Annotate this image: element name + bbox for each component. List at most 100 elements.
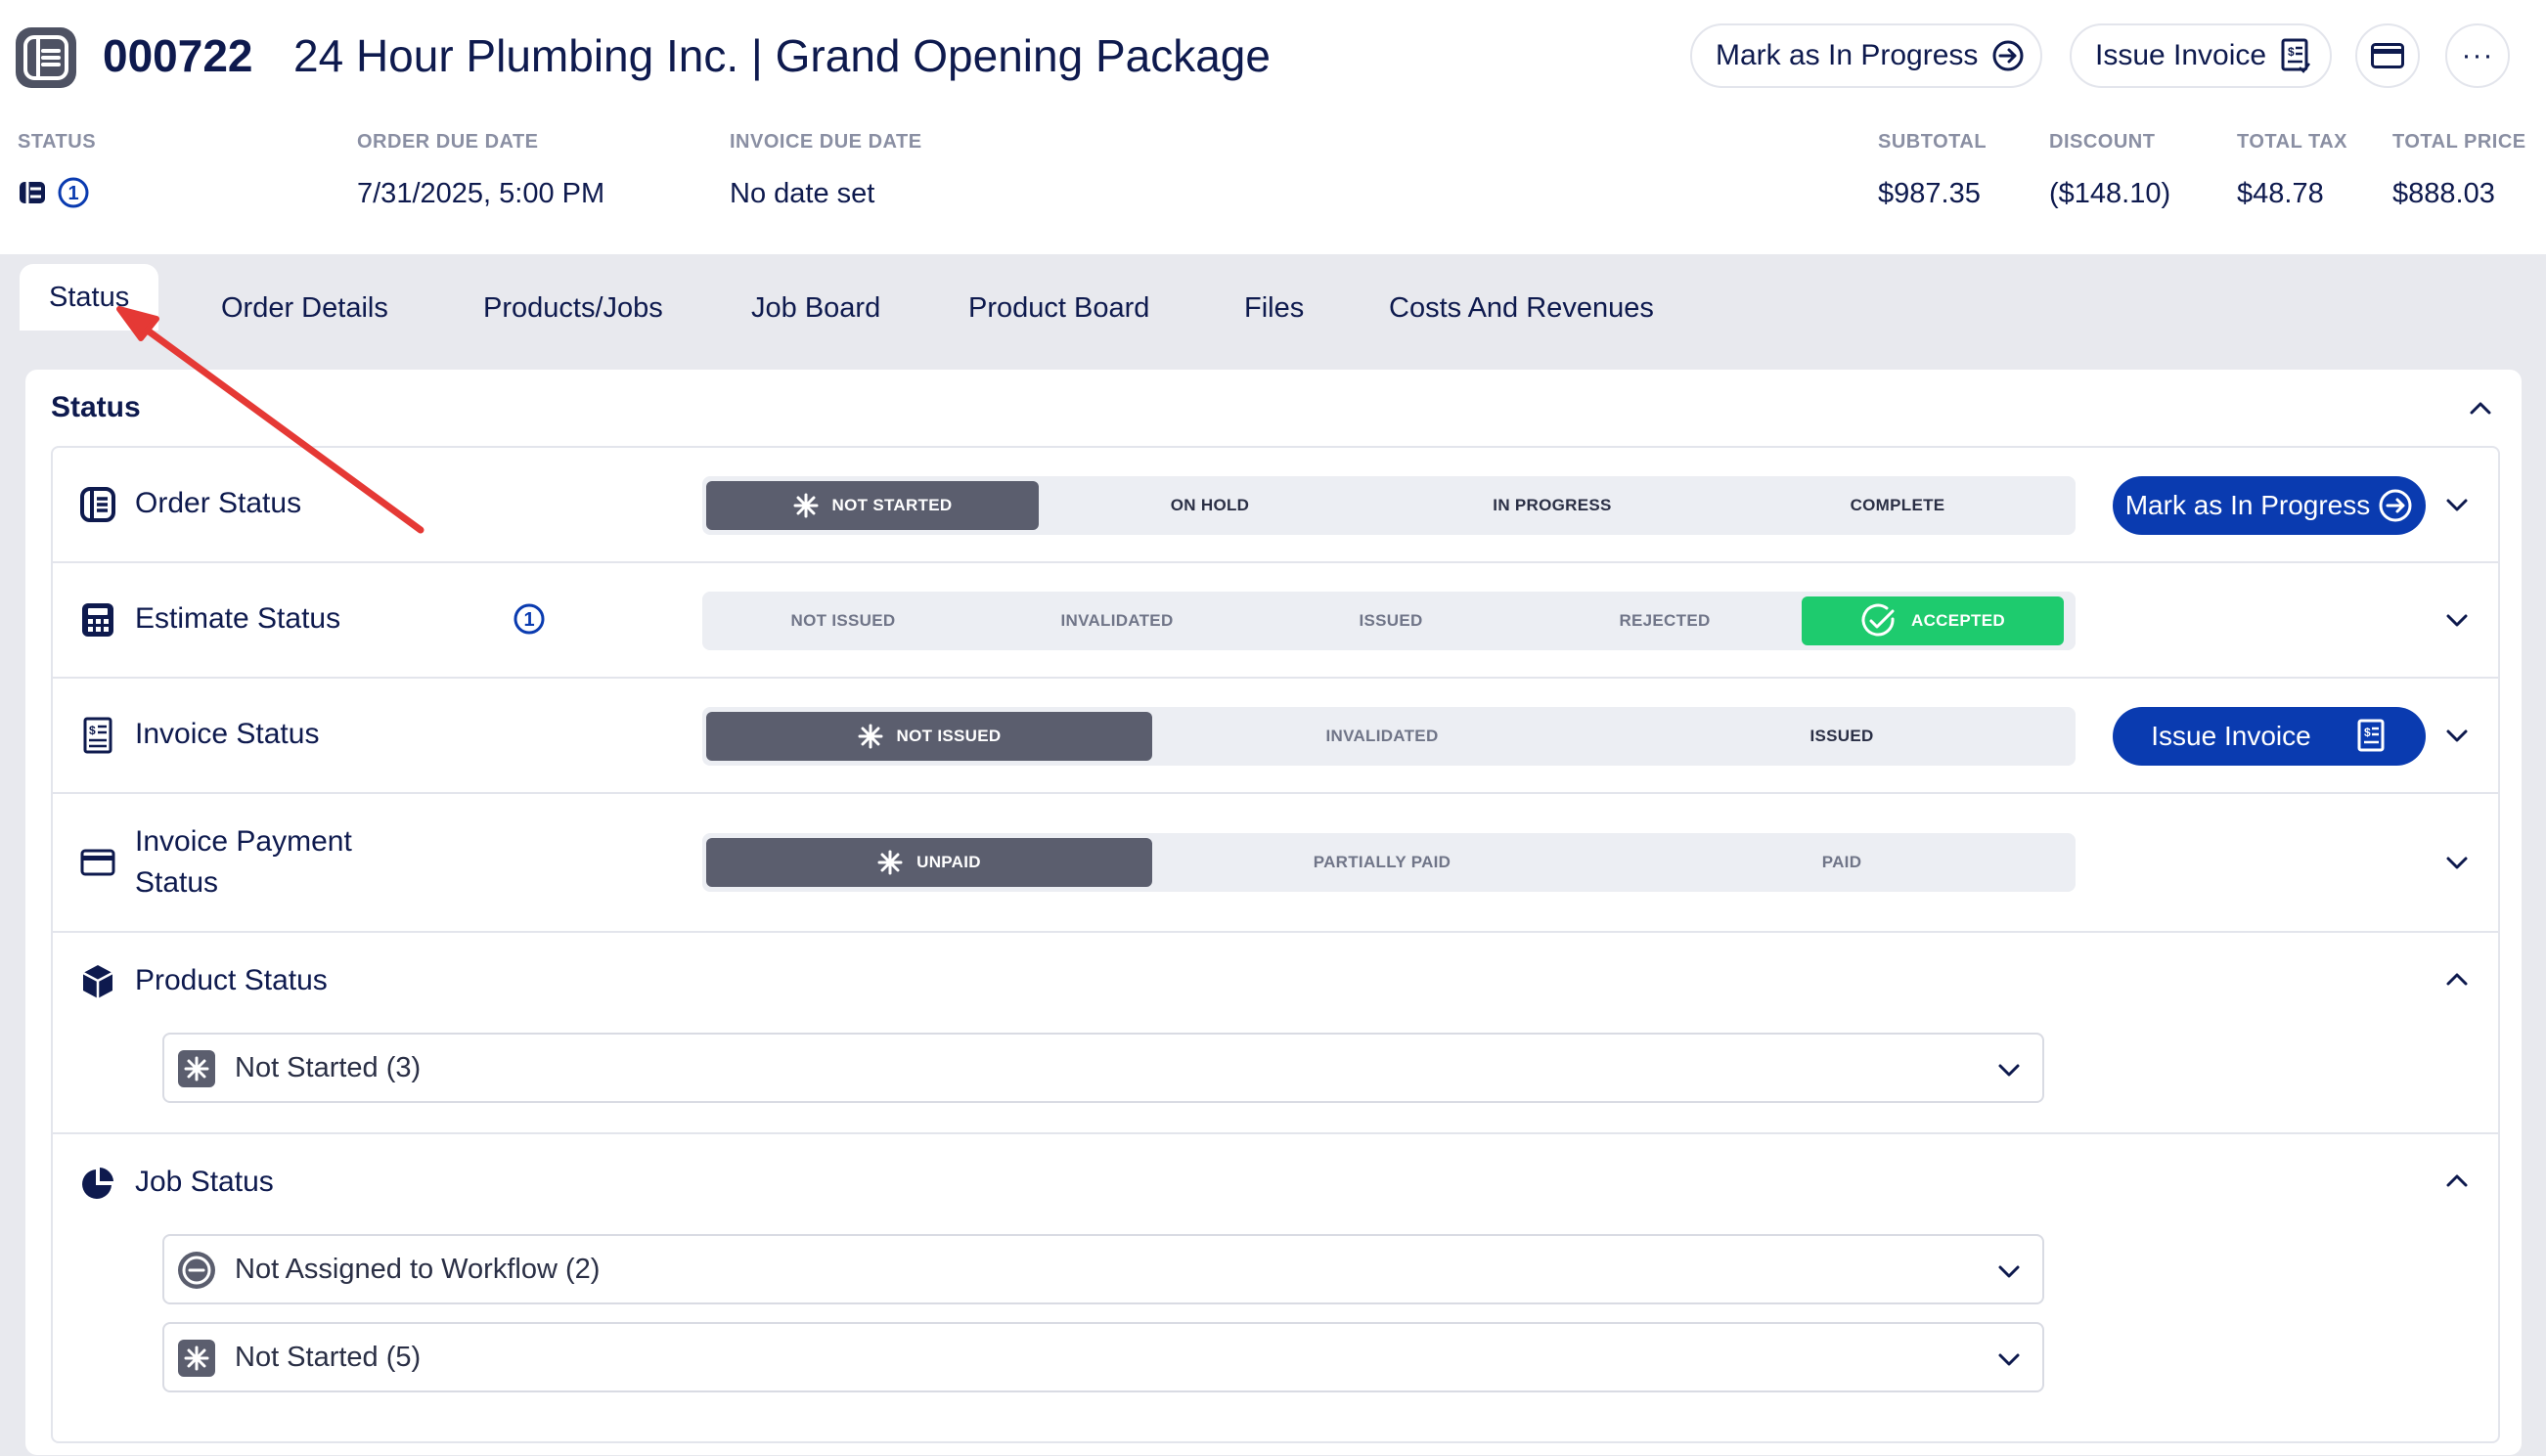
payment-status-segmented: UNPAID PARTIALLY PAID PAID [702,833,2076,892]
estimate-invalidated[interactable]: INVALIDATED [980,596,1254,645]
asterisk-icon [178,1340,215,1377]
order-icon [16,27,76,88]
order-status-in-progress[interactable]: IN PROGRESS [1381,481,1723,530]
svg-text:$: $ [2364,726,2371,739]
invoice-issued[interactable]: ISSUED [1612,712,2072,761]
chevron-down-icon [1995,1257,2023,1290]
page-title: 24 Hour Plumbing Inc. | Grand Opening Pa… [293,30,1271,81]
chevron-down-icon[interactable] [2443,849,2471,881]
status-count-icon: 1 [58,177,89,208]
product-status-row: Product Status Not Started (3) [53,933,2498,1134]
payment-card-button[interactable] [2355,23,2420,88]
more-options-button[interactable]: ··· [2445,23,2510,88]
option-label: UNPAID [916,853,981,871]
invoice-status-row: $ Invoice Status NOT ISSUED INVALIDATED … [53,679,2498,794]
job-group-not-assigned[interactable]: Not Assigned to Workflow (2) [162,1234,2044,1304]
order-icon [78,485,117,524]
issue-invoice-button[interactable]: Issue Invoice $ [2070,23,2332,88]
asterisk-icon [178,1050,215,1087]
subtotal-label: SUBTOTAL [1878,131,1988,153]
job-status-row: Job Status Not Assigned to Workflow (2) … [53,1134,2498,1443]
total-price-label: TOTAL PRICE [2392,131,2526,153]
discount-value: ($148.10) [2049,178,2171,209]
tab-files[interactable]: Files [1215,274,1333,342]
chevron-down-icon[interactable] [2443,722,2471,754]
asterisk-icon [877,850,903,875]
job-group-not-started[interactable]: Not Started (5) [162,1322,2044,1392]
estimate-rejected[interactable]: REJECTED [1528,596,1802,645]
job-status-label: Job Status [135,1166,274,1198]
chevron-up-icon[interactable] [2443,966,2471,998]
status-panel: Status Order Status NOT STARTED ON HOLD … [25,370,2522,1455]
svg-text:$: $ [89,724,96,737]
calculator-icon [78,600,117,640]
tab-bar: Status Order Details Products/Jobs Job B… [0,254,2546,360]
mark-in-progress-button[interactable]: Mark as In Progress [1690,23,2042,88]
asterisk-icon [793,493,819,518]
order-status-complete[interactable]: COMPLETE [1723,481,2072,530]
tab-job-board[interactable]: Job Board [722,274,910,342]
payment-status-label-line2: Status [135,866,219,899]
more-icon: ··· [2461,39,2494,71]
tab-costs-and-revenues[interactable]: Costs And Revenues [1360,274,1683,342]
chevron-down-icon[interactable] [2443,491,2471,523]
check-circle-icon [1860,602,1898,640]
action-label: Mark as In Progress [2124,490,2371,520]
chevron-down-icon[interactable] [2443,606,2471,639]
order-status-segmented: NOT STARTED ON HOLD IN PROGRESS COMPLETE [702,476,2076,535]
option-label: NOT ISSUED [896,727,1002,745]
chevron-down-icon [1995,1346,2023,1378]
payment-unpaid[interactable]: UNPAID [706,838,1152,887]
order-status-not-started[interactable]: NOT STARTED [706,481,1039,530]
estimate-accepted[interactable]: ACCEPTED [1802,596,2064,645]
estimate-issued[interactable]: ISSUED [1254,596,1528,645]
mark-in-progress-label: Mark as In Progress [1716,39,1979,71]
estimate-status-label: Estimate Status [135,602,341,635]
arrow-right-circle-icon [2378,488,2413,523]
mark-in-progress-action-button[interactable]: Mark as In Progress [2113,476,2426,535]
invoice-status-label: Invoice Status [135,718,320,750]
order-status-icon [20,182,45,203]
product-status-label: Product Status [135,964,328,996]
invoice-due-value: No date set [730,178,875,209]
issue-invoice-label: Issue Invoice [2095,39,2267,71]
invoice-due-label: INVOICE DUE DATE [730,131,922,153]
order-status-label: Order Status [135,487,302,519]
issue-invoice-action-button[interactable]: Issue Invoice $ [2113,707,2426,766]
estimate-not-issued[interactable]: NOT ISSUED [706,596,980,645]
invoice-icon: $ [2280,38,2311,73]
box-icon [78,962,117,1001]
invoice-not-issued[interactable]: NOT ISSUED [706,712,1152,761]
total-tax-value: $48.78 [2237,178,2324,209]
chevron-up-icon[interactable] [2467,395,2494,427]
svg-text:$: $ [2288,45,2295,59]
payment-status-row: Invoice Payment Status UNPAID PARTIALLY … [53,794,2498,933]
group-label: Not Assigned to Workflow (2) [235,1254,601,1285]
group-label: Not Started (3) [235,1052,422,1083]
tab-products-jobs[interactable]: Products/Jobs [454,274,692,342]
status-list: Order Status NOT STARTED ON HOLD IN PROG… [51,446,2500,1443]
order-due-label: ORDER DUE DATE [357,131,539,153]
payment-partially-paid[interactable]: PARTIALLY PAID [1152,838,1612,887]
chevron-down-icon [1995,1056,2023,1088]
invoice-status-segmented: NOT ISSUED INVALIDATED ISSUED [702,707,2076,766]
subtotal-value: $987.35 [1878,178,1981,209]
chevron-up-icon[interactable] [2443,1168,2471,1200]
product-group-not-started[interactable]: Not Started (3) [162,1033,2044,1103]
status-count: 1 [67,183,78,204]
invoice-icon: $ [2356,719,2388,754]
tab-product-board[interactable]: Product Board [939,274,1179,342]
invoice-icon: $ [78,716,117,755]
order-status-on-hold[interactable]: ON HOLD [1039,481,1381,530]
total-price-value: $888.03 [2392,178,2495,209]
option-label: NOT STARTED [831,496,953,514]
invoice-invalidated[interactable]: INVALIDATED [1152,712,1612,761]
status-label: STATUS [18,131,97,153]
group-label: Not Started (5) [235,1342,422,1373]
tab-status[interactable]: Status [20,264,159,331]
page-header: 000722 24 Hour Plumbing Inc. | Grand Ope… [0,0,2546,254]
tab-order-details[interactable]: Order Details [192,274,418,342]
payment-paid[interactable]: PAID [1612,838,2072,887]
estimate-status-segmented: NOT ISSUED INVALIDATED ISSUED REJECTED A… [702,592,2076,650]
badge-value: 1 [523,609,534,631]
